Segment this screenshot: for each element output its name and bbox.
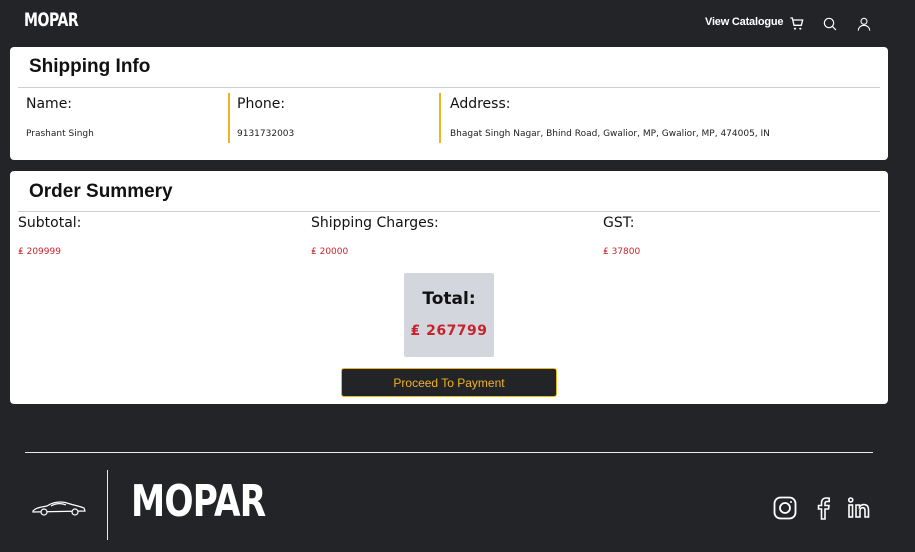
- header-logo[interactable]: MOPAR: [24, 9, 79, 31]
- total-box: Total: ₤ 267799: [404, 273, 494, 357]
- user-icon[interactable]: [856, 16, 872, 32]
- facebook-icon[interactable]: [810, 495, 836, 521]
- name-label: Name:: [26, 96, 73, 112]
- gst-value: ₤ 37800: [603, 247, 641, 257]
- gst-field: GST: ₤ 37800: [603, 215, 640, 257]
- total-value: ₤ 267799: [410, 323, 488, 339]
- footer-divider-line: [25, 452, 873, 453]
- subtotal-label: Subtotal:: [18, 215, 82, 231]
- order-summary-title: Order Summery: [29, 181, 173, 202]
- shipping-info-card: Shipping Info Name: Prashant Singh Phone…: [10, 47, 888, 160]
- search-icon[interactable]: [822, 16, 838, 32]
- phone-field: Phone: 9131732003: [228, 93, 440, 143]
- address-value: Bhagat Singh Nagar, Bhind Road, Gwalior,…: [450, 129, 770, 139]
- name-value: Prashant Singh: [26, 129, 94, 139]
- divider: [18, 211, 880, 212]
- subtotal-value: ₤ 209999: [18, 247, 61, 257]
- divider: [18, 87, 880, 88]
- instagram-icon[interactable]: [772, 495, 798, 521]
- address-field: Address: Bhagat Singh Nagar, Bhind Road,…: [439, 93, 879, 143]
- shipping-charges-label: Shipping Charges:: [311, 215, 439, 231]
- order-summary-card: Order Summery Subtotal: ₤ 209999 Shippin…: [10, 171, 888, 404]
- address-label: Address:: [450, 96, 511, 112]
- footer-logo[interactable]: MOPAR: [131, 480, 266, 524]
- top-navbar: MOPAR View Catalogue: [0, 0, 915, 46]
- shipping-charges-value: ₤ 20000: [311, 247, 349, 257]
- car-icon: [31, 498, 87, 518]
- gst-label: GST:: [603, 215, 635, 231]
- subtotal-field: Subtotal: ₤ 209999: [18, 215, 81, 257]
- view-catalogue-link[interactable]: View Catalogue: [705, 16, 784, 28]
- shipping-charges-field: Shipping Charges: ₤ 20000: [311, 215, 439, 257]
- name-field: Name: Prashant Singh: [19, 93, 229, 143]
- shipping-info-title: Shipping Info: [29, 56, 151, 77]
- proceed-to-payment-button[interactable]: Proceed To Payment: [341, 368, 557, 397]
- cart-icon[interactable]: [789, 16, 805, 32]
- linkedin-icon[interactable]: [846, 495, 872, 521]
- total-label: Total:: [422, 289, 476, 309]
- phone-value: 9131732003: [237, 129, 295, 139]
- phone-label: Phone:: [237, 96, 286, 112]
- footer-vertical-divider: [107, 470, 108, 540]
